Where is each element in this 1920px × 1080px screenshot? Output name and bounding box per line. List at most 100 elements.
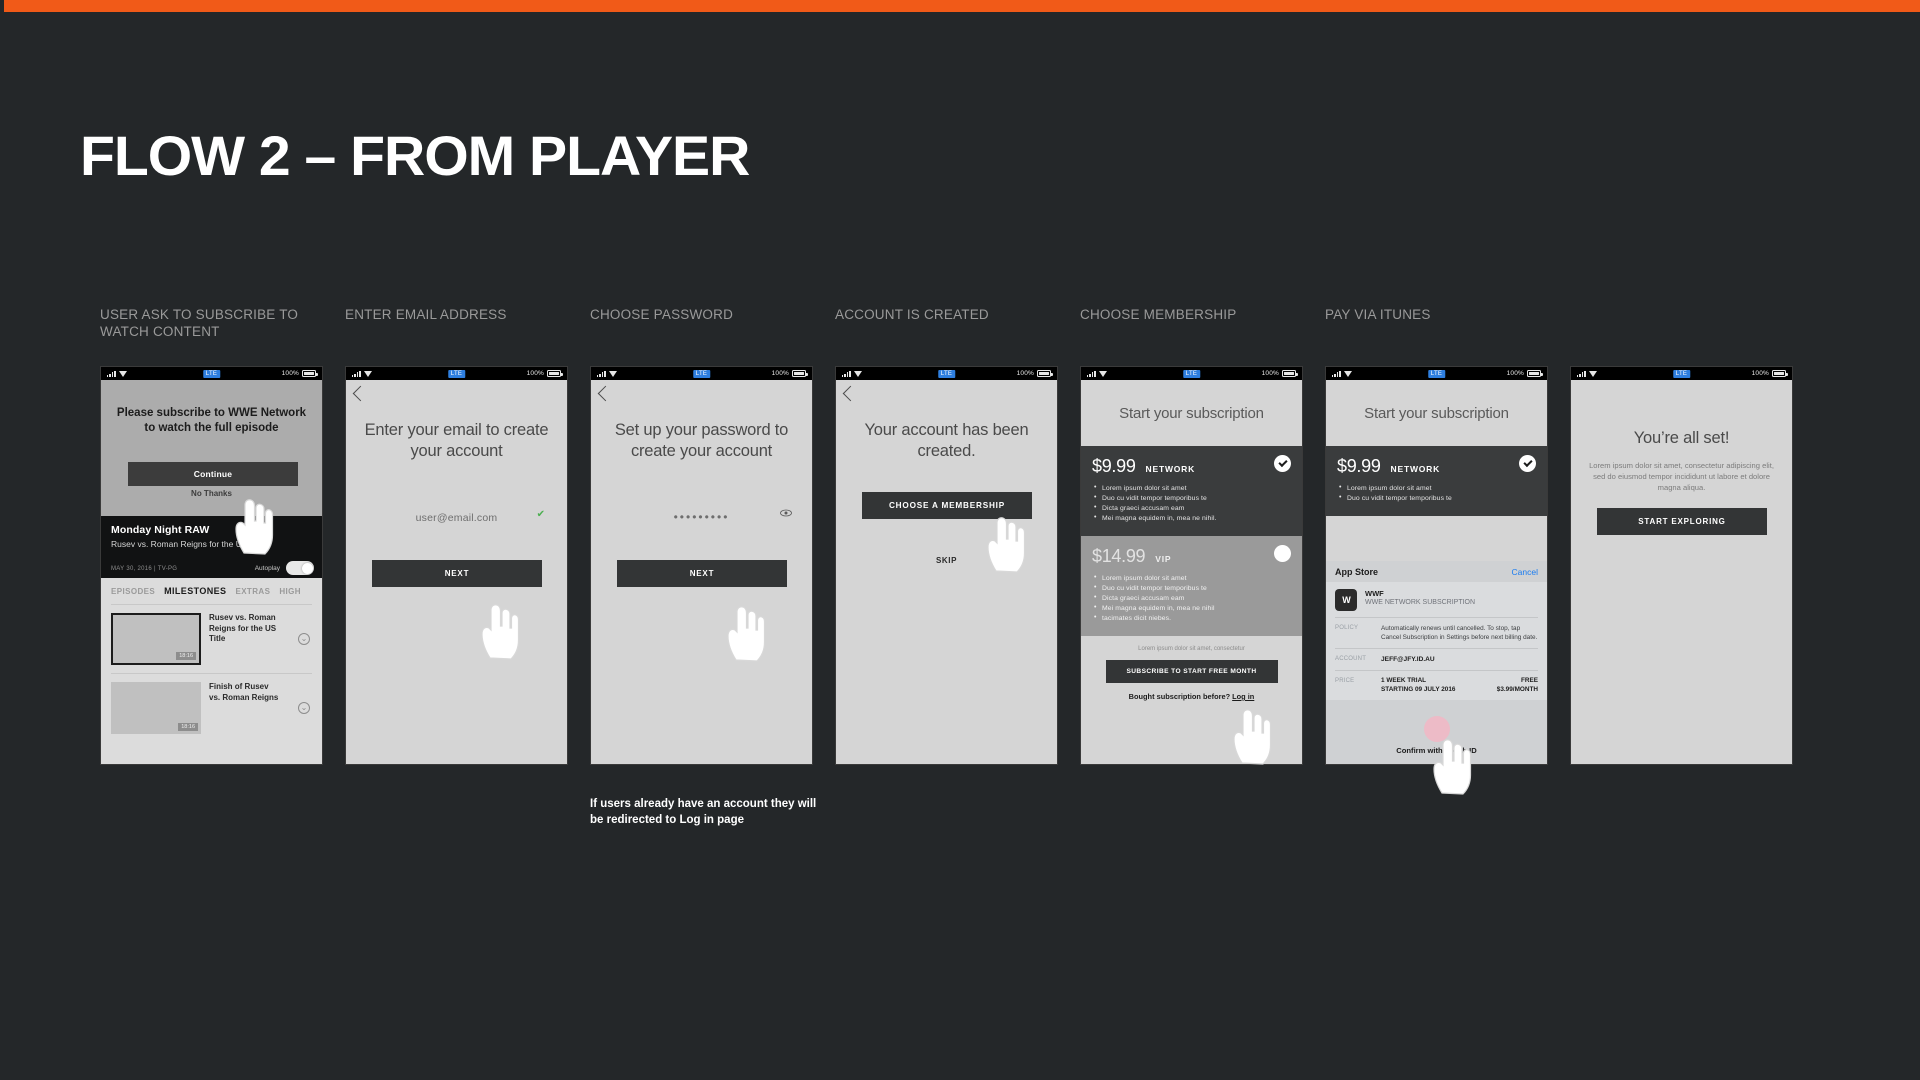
duration-badge: 18:16 bbox=[178, 723, 198, 731]
next-button[interactable]: NEXT bbox=[372, 560, 542, 587]
plan-network[interactable]: $9.99 NETWORK Lorem ipsum dolor sit amet… bbox=[1081, 446, 1302, 536]
carrier-label: LTE bbox=[937, 369, 956, 378]
cancel-button[interactable]: Cancel bbox=[1512, 567, 1538, 577]
confirm-text: Confirm with Touch ID bbox=[1396, 746, 1477, 755]
next-button[interactable]: NEXT bbox=[617, 560, 787, 587]
continue-button[interactable]: Continue bbox=[128, 462, 298, 486]
plan-radio-icon[interactable] bbox=[1274, 545, 1291, 562]
policy-key: POLICY bbox=[1335, 625, 1359, 631]
price-key: PRICE bbox=[1335, 678, 1355, 684]
battery-percent: 100% bbox=[526, 370, 544, 377]
show-password-icon[interactable] bbox=[780, 509, 792, 517]
subscription-title: Start your subscription bbox=[1119, 404, 1264, 422]
battery-icon bbox=[792, 370, 808, 377]
headline: Enter your email to create your account bbox=[364, 421, 549, 460]
battery-group: 100% bbox=[771, 370, 808, 377]
screen-set-password: Set up your password to create your acco… bbox=[591, 380, 812, 764]
login-link[interactable]: Log in bbox=[1232, 692, 1254, 701]
autoplay-toggle[interactable] bbox=[286, 561, 314, 575]
screen-pay-via-itunes: Start your subscription $9.99 NETWORK Lo… bbox=[1326, 380, 1547, 764]
plan-feature: Duo cu vidit tempor temporibus te bbox=[1092, 583, 1291, 594]
accent-top-bar bbox=[0, 0, 1920, 12]
plan-feature: Lorem ipsum dolor sit amet bbox=[1337, 483, 1536, 494]
tab-episodes[interactable]: EPISODES bbox=[111, 587, 155, 596]
tab-highlights[interactable]: HIGH bbox=[279, 587, 301, 596]
policy-value: Automatically renews until cancelled. To… bbox=[1381, 625, 1538, 641]
status-bar: LTE 100% bbox=[836, 367, 1057, 380]
signal-group bbox=[1577, 370, 1597, 377]
no-thanks-button[interactable]: No Thanks bbox=[101, 489, 322, 498]
password-field[interactable]: ••••••••• bbox=[613, 508, 792, 526]
plan-price: $9.99 bbox=[1337, 456, 1381, 476]
choose-membership-button[interactable]: CHOOSE A MEMBERSHIP bbox=[862, 492, 1032, 519]
account-value: JEFF@JFY.ID.AU bbox=[1381, 656, 1435, 663]
battery-percent: 100% bbox=[1016, 370, 1034, 377]
signal-bars-icon bbox=[1087, 370, 1096, 377]
wifi-icon bbox=[118, 370, 127, 377]
back-icon[interactable] bbox=[597, 385, 614, 402]
content-tabs: EPISODES MILESTONES EXTRAS HIGH bbox=[101, 578, 322, 604]
status-bar: LTE 100% bbox=[1571, 367, 1792, 380]
subscribe-message: Please subscribe to WWE Network to watch… bbox=[116, 407, 307, 434]
thumbnail[interactable]: 18:16 bbox=[111, 682, 201, 734]
video-meta: MAY 30, 2016 | TV-PG bbox=[111, 566, 178, 572]
more-options-icon[interactable]: ⌄ bbox=[298, 702, 310, 714]
flow-note: If users already have an account they wi… bbox=[590, 798, 817, 826]
phone-mockup-5: LTE 100% Start your subscription $9.99 N… bbox=[1080, 366, 1303, 765]
tab-extras[interactable]: EXTRAS bbox=[235, 587, 270, 596]
carrier-label: LTE bbox=[202, 369, 221, 378]
list-item[interactable]: 18:16 Finish of Rusev vs. Roman Reigns ⌄ bbox=[111, 673, 312, 742]
subscribe-button[interactable]: SUBSCRIBE TO START FREE MONTH bbox=[1105, 660, 1278, 683]
tab-milestones[interactable]: MILESTONES bbox=[164, 586, 226, 596]
more-options-icon[interactable]: ⌄ bbox=[298, 633, 310, 645]
page-title: FLOW 2 – FROM PLAYER bbox=[80, 124, 750, 187]
phone-mockup-4: LTE 100% Your account has been created. … bbox=[835, 366, 1058, 765]
battery-group: 100% bbox=[1016, 370, 1053, 377]
column-label-6: PAY VIA ITUNES bbox=[1325, 307, 1431, 322]
phone-mockup-6: LTE 100% Start your subscription $9.99 N… bbox=[1325, 366, 1548, 765]
body-text: Lorem ipsum dolor sit amet, consectetur … bbox=[1589, 461, 1774, 492]
signal-group bbox=[597, 370, 617, 377]
plan-tier: NETWORK bbox=[1145, 464, 1196, 474]
plan-feature: Mei magna equidem in, mea ne nihil. bbox=[1092, 513, 1291, 524]
thumbnail[interactable]: 18:16 bbox=[111, 613, 201, 665]
back-icon[interactable] bbox=[352, 385, 369, 402]
milestones-list: 18:16 Rusev vs. Roman Reigns for the US … bbox=[101, 604, 322, 764]
headline: Set up your password to create your acco… bbox=[614, 421, 789, 460]
battery-percent: 100% bbox=[771, 370, 789, 377]
plan-feature: Lorem ipsum dolor sit amet bbox=[1092, 483, 1291, 494]
carrier-label: LTE bbox=[1427, 369, 1446, 378]
list-item[interactable]: 18:16 Rusev vs. Roman Reigns for the US … bbox=[111, 604, 312, 673]
duration-badge: 18:16 bbox=[176, 652, 196, 660]
touch-id-confirm[interactable]: Confirm with Touch ID bbox=[1326, 700, 1547, 761]
battery-group: 100% bbox=[282, 370, 318, 377]
plan-radio-selected-icon[interactable] bbox=[1274, 455, 1291, 472]
flow-board: FLOW 2 – FROM PLAYER USER ASK TO SUBSCRI… bbox=[0, 0, 1920, 1080]
email-field[interactable]: user@email.com ✔ bbox=[368, 508, 545, 526]
fingerprint-icon[interactable] bbox=[1423, 716, 1450, 742]
column-1: USER ASK TO SUBSCRIBE TO WATCH CONTENT bbox=[100, 306, 350, 340]
battery-group: 100% bbox=[1262, 370, 1298, 377]
plan-vip[interactable]: $14.99 VIP Lorem ipsum dolor sit amet Du… bbox=[1081, 536, 1302, 636]
starting-value: $3.99/MONTH bbox=[1496, 686, 1538, 693]
status-bar: LTE 100% bbox=[591, 367, 812, 380]
plan-feature: Duo cu vidit tempor temporibus te bbox=[1092, 493, 1291, 504]
skip-button[interactable]: SKIP bbox=[836, 556, 1057, 565]
list-item-title: Rusev vs. Roman Reigns for the US Title bbox=[209, 613, 277, 643]
battery-icon bbox=[547, 370, 563, 377]
carrier-label: LTE bbox=[447, 369, 466, 378]
back-icon[interactable] bbox=[842, 385, 859, 402]
subscription-header: Start your subscription bbox=[1326, 380, 1547, 446]
battery-icon bbox=[302, 370, 318, 377]
battery-icon bbox=[1037, 370, 1053, 377]
wifi-icon bbox=[608, 370, 617, 377]
signal-bars-icon bbox=[107, 370, 116, 377]
carrier-label: LTE bbox=[1672, 369, 1691, 378]
column-label-4: ACCOUNT IS CREATED bbox=[835, 307, 989, 322]
plan-features: Lorem ipsum dolor sit amet Duo cu vidit … bbox=[1092, 573, 1291, 624]
column-6: PAY VIA ITUNES bbox=[1325, 306, 1575, 323]
status-bar: LTE 100% bbox=[346, 367, 567, 380]
start-exploring-button[interactable]: START EXPLORING bbox=[1597, 508, 1767, 535]
plan-header: $14.99 VIP bbox=[1092, 545, 1291, 567]
appstore-body: W WWF WWE NETWORK SUBSCRIPTION POLICY Au… bbox=[1326, 582, 1547, 700]
